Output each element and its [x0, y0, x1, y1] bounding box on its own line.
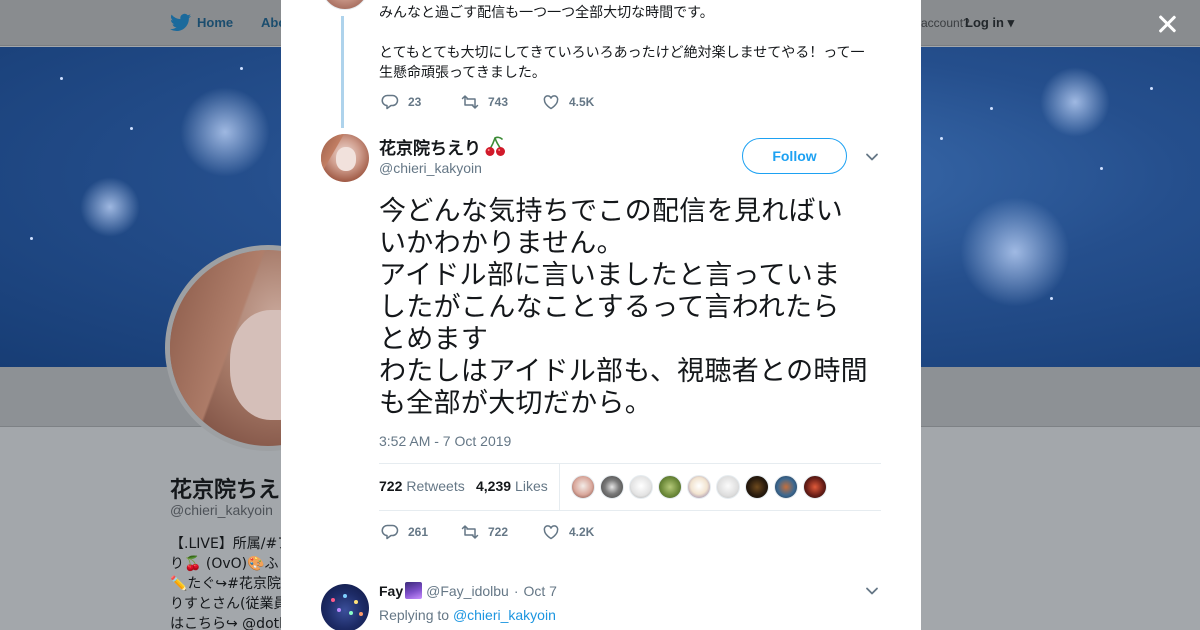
previous-tweet-line: とてもとても大切にしてきていろいろあったけど絶対楽しませてやる！って一	[379, 45, 865, 61]
reply-count: 261	[408, 525, 429, 539]
tweet-text-line: とめます	[379, 324, 489, 355]
chevron-down-icon[interactable]	[865, 152, 879, 162]
reply-author-handle[interactable]: @Fay_idolbu	[426, 583, 509, 599]
retweet-count: 722	[488, 525, 509, 539]
thread-connector-line	[341, 16, 344, 128]
author-avatar[interactable]	[321, 134, 369, 182]
tweet-text-line: わたしはアイドル部も、視聴者との時間	[379, 356, 868, 387]
reply-count: 23	[408, 95, 422, 109]
likers-avatars	[571, 475, 832, 499]
tweet-text-line: したがこんなことするって言われたら	[379, 292, 840, 323]
retweet-button[interactable]: 743	[461, 93, 542, 111]
follow-button[interactable]: Follow	[742, 138, 847, 174]
tweet-stats: 722 Retweets 4,239 Likes	[379, 463, 881, 511]
reply-icon	[381, 94, 399, 110]
liker-avatar[interactable]	[629, 475, 653, 499]
tweet-actions: 261 722 4.2K	[381, 523, 594, 541]
retweet-count: 743	[488, 95, 509, 109]
reply-button[interactable]: 261	[381, 523, 461, 541]
tweet-text-line: いかわかりません。	[379, 228, 624, 259]
liker-avatar[interactable]	[658, 475, 682, 499]
reply-header: Fay @Fay_idolbu · Oct 7	[379, 582, 557, 599]
retweet-icon	[461, 95, 479, 109]
tweet-text-line: アイドル部に言いましたと言っていま	[379, 260, 841, 291]
author-name-text: 花京院ちえり	[379, 139, 481, 159]
author-handle[interactable]: @chieri_kakyoin	[379, 160, 482, 176]
liker-avatar[interactable]	[716, 475, 740, 499]
reply-author-name[interactable]: Fay	[379, 583, 403, 599]
previous-tweet-line: 生懸命頑張ってきました。	[379, 65, 546, 81]
like-button[interactable]: 4.5K	[542, 93, 594, 111]
reply-date[interactable]: Oct 7	[524, 583, 557, 599]
liker-avatar[interactable]	[745, 475, 769, 499]
like-count: 4.5K	[569, 95, 595, 109]
like-total: 4,239	[476, 478, 512, 494]
like-button[interactable]: 4.2K	[542, 523, 594, 541]
previous-tweet-text: みんなと過ごす配信も一つ一つ全部大切な時間です。 とてもとても大切にしてきていろ…	[379, 3, 879, 83]
retweet-label: Retweets	[406, 478, 465, 494]
tweet-timestamp[interactable]: 3:52 AM - 7 Oct 2019	[379, 433, 511, 449]
like-label: Likes	[515, 478, 548, 494]
close-icon[interactable]	[1155, 12, 1179, 36]
replying-prefix: Replying to	[379, 607, 450, 623]
previous-tweet-actions: 23 743 4.5K	[381, 93, 594, 111]
liker-avatar[interactable]	[600, 475, 624, 499]
cherry-emoji-icon	[485, 136, 505, 156]
retweet-total: 722	[379, 478, 403, 494]
reply-avatar[interactable]	[321, 584, 369, 630]
tweet-text: 今どんな気持ちでこの配信を見ればい いかわかりません。 アイドル部に言いましたと…	[379, 196, 889, 420]
stats-divider	[559, 464, 560, 510]
liker-avatar[interactable]	[803, 475, 827, 499]
like-count: 4.2K	[569, 525, 595, 539]
retweet-button[interactable]: 722	[461, 523, 542, 541]
reply-icon	[381, 524, 399, 540]
like-icon	[543, 525, 559, 540]
retweet-icon	[461, 525, 479, 539]
galaxy-emoji-icon	[405, 582, 423, 599]
tweet-text-line: も全部が大切だから。	[379, 388, 652, 419]
previous-tweet-line: みんなと過ごす配信も一つ一つ全部大切な時間です。	[379, 5, 714, 21]
reply-button[interactable]: 23	[381, 93, 461, 111]
liker-avatar[interactable]	[774, 475, 798, 499]
tweet-text-line: 今どんな気持ちでこの配信を見ればい	[379, 196, 844, 227]
retweets-stat[interactable]: 722 Retweets	[379, 478, 465, 494]
author-name[interactable]: 花京院ちえり	[379, 134, 506, 159]
likes-stat[interactable]: 4,239 Likes	[476, 478, 548, 494]
liker-avatar[interactable]	[687, 475, 711, 499]
chevron-down-icon[interactable]	[865, 586, 879, 596]
like-icon	[543, 95, 559, 110]
replying-to-handle[interactable]: @chieri_kakyoin	[453, 607, 556, 623]
reply-separator: ·	[513, 582, 519, 599]
liker-avatar[interactable]	[571, 475, 595, 499]
replying-to: Replying to @chieri_kakyoin	[379, 607, 556, 623]
